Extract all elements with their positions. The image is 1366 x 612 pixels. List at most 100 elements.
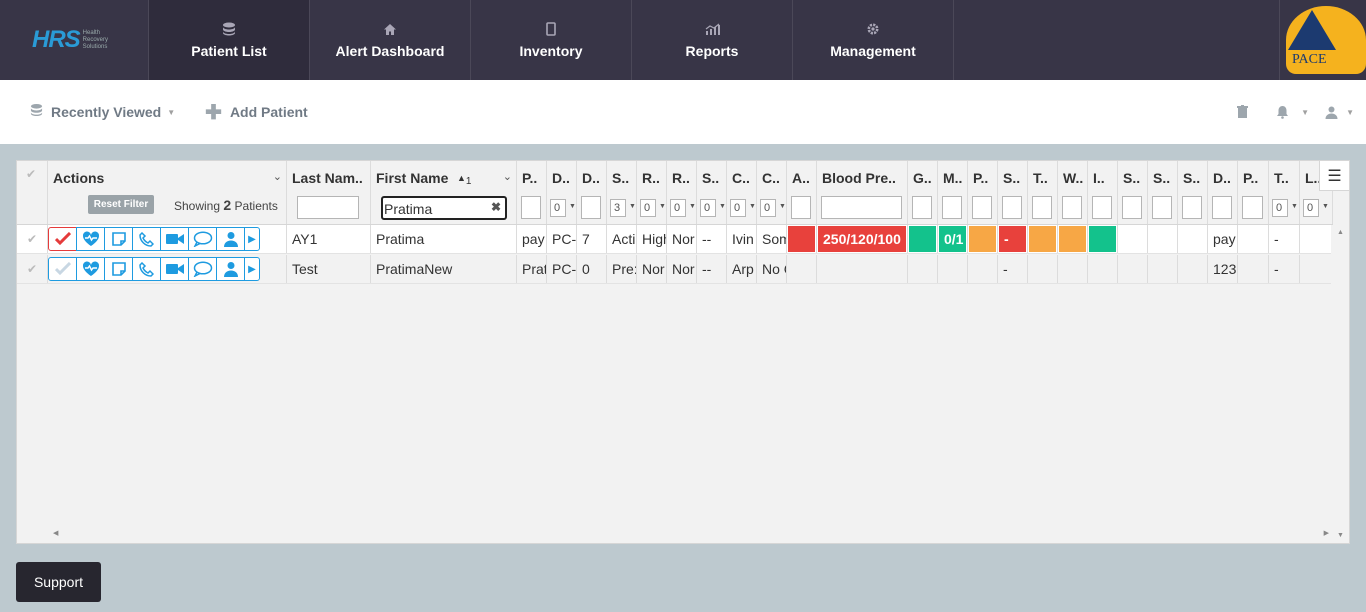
column-header[interactable]: T.. [1028,161,1058,224]
note-icon[interactable] [104,227,133,251]
last-name-column-header[interactable]: Last Nam.. [287,161,371,224]
trash-icon[interactable] [1237,105,1249,119]
alert-check-icon[interactable] [48,257,77,281]
column-filter-select[interactable]: 0 [670,199,686,217]
column-filter-input[interactable] [942,196,962,219]
column-filter-select[interactable]: 0 [640,199,656,217]
clear-filter-icon[interactable]: ✖ [491,200,501,214]
column-header[interactable]: W.. [1058,161,1088,224]
user-menu-icon[interactable]: ▼ [1325,106,1354,119]
chevron-down-icon[interactable]: ⌄ [273,170,282,183]
column-header[interactable]: C.. 0 ▼ [727,161,757,224]
column-filter-input[interactable] [972,196,992,219]
column-header[interactable]: D.. [1208,161,1238,224]
recently-viewed-dropdown[interactable]: Recently Viewed ▼ [30,103,175,121]
reset-filter-button[interactable]: Reset Filter [88,195,154,214]
user-icon[interactable] [216,227,245,251]
column-header[interactable]: Blood Pre.. [817,161,908,224]
column-header[interactable]: M.. [938,161,968,224]
column-header[interactable]: P.. [968,161,998,224]
vital-cell [938,255,968,283]
scroll-up-icon[interactable]: ▲ [1337,229,1344,236]
column-filter-input[interactable] [1062,196,1082,219]
column-filter-select[interactable]: 0 [550,199,566,217]
column-header[interactable]: D.. 0 ▼ [547,161,577,224]
table-row[interactable]: ✔▶AY1PratimapayPC-7ActiHighNor--IvinSom2… [17,225,1333,254]
column-filter-select[interactable]: 3 [610,199,626,217]
column-header[interactable]: R.. 0 ▼ [667,161,697,224]
tab-patient-list[interactable]: Patient List [149,0,310,80]
table-row[interactable]: ✔ ▶ Test PratimaNew Prat PC- 0 Pre: Nor Nor -- Arp N… [17,255,1333,284]
column-filter-input[interactable] [1122,196,1142,219]
column-header[interactable]: S.. [1118,161,1148,224]
tab-inventory[interactable]: Inventory [471,0,632,80]
last-name-filter-input[interactable] [297,196,359,219]
play-icon[interactable]: ▶ [244,257,260,281]
note-icon[interactable] [104,257,133,281]
column-header[interactable]: S.. [1178,161,1208,224]
column-filter-select[interactable]: 0 [1272,199,1288,217]
column-filter-select[interactable]: 0 [700,199,716,217]
video-icon[interactable] [160,227,189,251]
user-icon[interactable] [216,257,245,281]
column-header[interactable]: G.. [908,161,938,224]
hrs-logo[interactable]: HRS Health Recovery Solutions [0,0,149,80]
scroll-left-icon[interactable]: ◀ [53,529,58,537]
chevron-down-icon[interactable]: ⌄ [503,170,512,183]
add-patient-button[interactable]: ✚ Add Patient [205,100,308,125]
column-filter-input[interactable] [791,196,811,219]
column-header[interactable]: C.. 0 ▼ [757,161,787,224]
first-name-filter-input[interactable]: Pratima ✖ [381,196,507,220]
column-filter-input[interactable] [1152,196,1172,219]
column-header[interactable]: I.. [1088,161,1118,224]
tab-reports[interactable]: Reports [632,0,793,80]
first-name-column-header[interactable]: First Name ▲1 ⌄ Pratima ✖ [371,161,517,224]
horizontal-scrollbar[interactable]: ◀ ▶ [49,525,1333,543]
bell-icon[interactable]: ▼ [1276,105,1309,119]
row-checkbox[interactable]: ✔ [17,255,48,283]
column-filter-input[interactable] [821,196,902,219]
sort-asc-icon[interactable]: ▲1 [457,173,471,187]
column-header[interactable]: P.. [517,161,547,224]
column-header[interactable]: S.. 3 ▼ [607,161,637,224]
heart-pulse-icon[interactable] [76,257,105,281]
alert-check-icon[interactable] [48,227,77,251]
video-icon[interactable] [160,257,189,281]
scroll-right-icon[interactable]: ▶ [1324,529,1329,537]
select-all-checkbox[interactable]: ✔ [26,167,36,181]
play-icon[interactable]: ▶ [244,227,260,251]
column-filter-input[interactable] [581,196,601,219]
support-button[interactable]: Support [16,562,101,602]
tab-alert-dashboard[interactable]: Alert Dashboard [310,0,471,80]
column-filter-input[interactable] [1092,196,1112,219]
phone-icon[interactable] [132,257,161,281]
tab-management[interactable]: Management [793,0,954,80]
column-filter-input[interactable] [521,196,541,219]
column-filter-select[interactable]: 0 [1303,199,1319,217]
column-filter-input[interactable] [1032,196,1052,219]
column-header[interactable]: D.. [577,161,607,224]
column-header[interactable]: S.. [998,161,1028,224]
header-label: First Name [376,170,449,186]
scroll-down-icon[interactable]: ▼ [1337,532,1344,539]
column-header[interactable]: T.. 0 ▼ [1269,161,1300,224]
column-header[interactable]: P.. [1238,161,1269,224]
column-filter-input[interactable] [1242,196,1263,219]
column-header[interactable]: A.. [787,161,817,224]
column-filter-input[interactable] [1212,196,1232,219]
vertical-scrollbar[interactable]: ▲ ▼ [1331,225,1349,543]
column-header[interactable]: S.. [1148,161,1178,224]
column-filter-select[interactable]: 0 [760,199,776,217]
column-filter-select[interactable]: 0 [730,199,746,217]
chat-icon[interactable] [188,257,217,281]
column-filter-input[interactable] [1002,196,1022,219]
column-menu-button[interactable]: ☰ [1319,161,1349,191]
column-header[interactable]: S.. 0 ▼ [697,161,727,224]
row-checkbox[interactable]: ✔ [17,225,48,253]
heart-pulse-icon[interactable] [76,227,105,251]
chat-icon[interactable] [188,227,217,251]
phone-icon[interactable] [132,227,161,251]
column-filter-input[interactable] [912,196,932,219]
column-header[interactable]: R.. 0 ▼ [637,161,667,224]
column-filter-input[interactable] [1182,196,1202,219]
